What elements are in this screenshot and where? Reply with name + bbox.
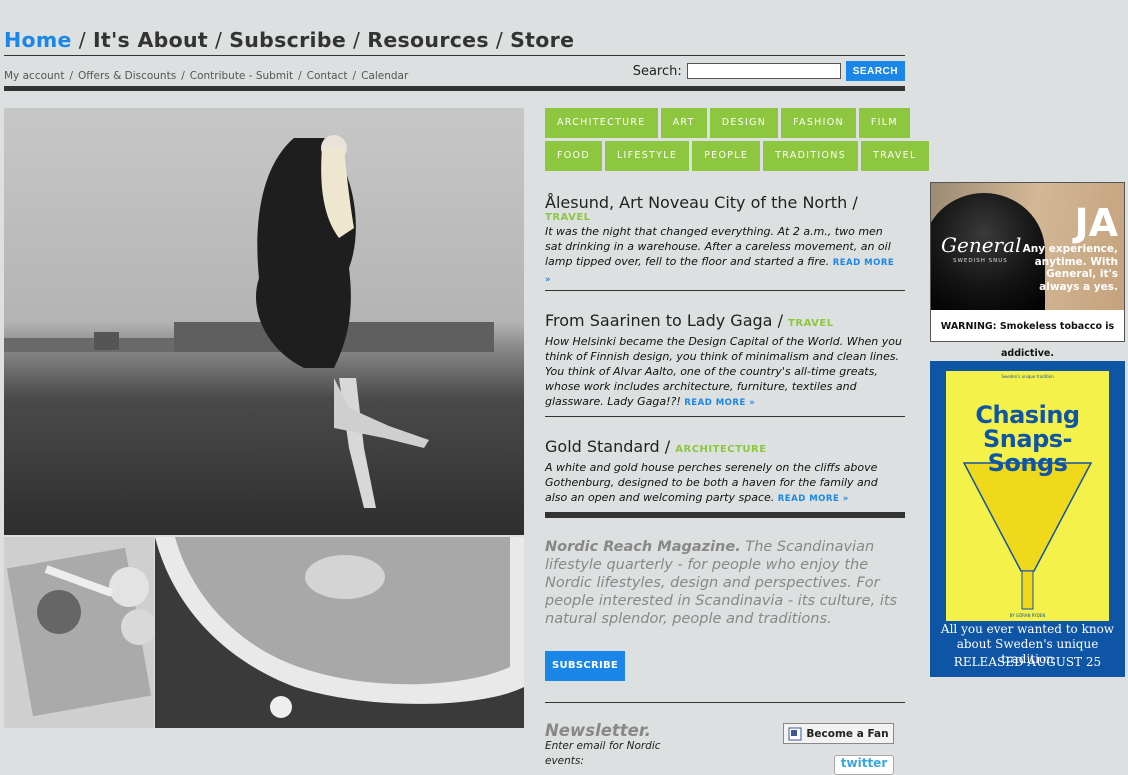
nav-home-link[interactable]: Home (4, 28, 72, 52)
nav-divider (4, 55, 905, 56)
nav-separator: / (353, 28, 361, 52)
article-title-line: Gold Standard / ARCHITECTURE (545, 437, 903, 460)
article-category[interactable]: ARCHITECTURE (675, 444, 766, 455)
food-photo-art (6, 547, 154, 717)
read-more-link[interactable]: READ MORE » (684, 398, 755, 408)
article-title-line: From Saarinen to Lady Gaga / TRAVEL (545, 311, 903, 334)
category-row: ARCHITECTURE ART DESIGN FASHION FILM (545, 108, 910, 138)
search-area: Search: SEARCH (633, 61, 905, 81)
article-teaser: Gold Standard / ARCHITECTURE A white and… (545, 437, 903, 507)
newsletter-text: Enter email for Nordic events: (545, 740, 661, 767)
pool-photo[interactable] (155, 537, 524, 728)
become-fan-button[interactable]: Become a Fan (783, 723, 894, 744)
search-label: Search: (632, 63, 682, 79)
book-cover-blurb: Sweden's unique tradition (1001, 374, 1054, 379)
article-category[interactable]: TRAVEL (788, 318, 834, 329)
sub-nav: My account / Offers & Discounts / Contribute… (4, 70, 408, 82)
category-travel[interactable]: TRAVEL (861, 141, 929, 171)
search-button[interactable]: SEARCH (845, 61, 905, 81)
category-film[interactable]: FILM (858, 108, 910, 138)
article-divider (545, 290, 905, 291)
book-title: Chasing Snaps-Songs (975, 401, 1080, 477)
category-grid: ARCHITECTURE ART DESIGN FASHION FILM FOO… (545, 108, 929, 174)
general-ad-warning: WARNING: Smokeless tobacco is addictive. (940, 321, 1115, 359)
article-teaser: From Saarinen to Lady Gaga / TRAVEL How … (545, 311, 903, 411)
hero-photo-art (4, 135, 494, 508)
calendar-link[interactable]: Calendar (361, 70, 408, 82)
nav-subscribe-link[interactable]: Subscribe (229, 28, 346, 52)
nav-store-link[interactable]: Store (510, 28, 574, 52)
article-divider (545, 416, 905, 417)
snaps-songs-ad[interactable]: Sweden's unique tradition Chasing Snaps-… (930, 361, 1125, 677)
my-account-link[interactable]: My account (4, 70, 64, 82)
nav-separator: / (78, 28, 86, 52)
snaps-ad-release: RELEASED AUGUST 25 (953, 655, 1102, 669)
article-excerpt: A white and gold house perches serenely … (545, 460, 903, 507)
magazine-brand: Nordic Reach Magazine. (545, 539, 741, 555)
article-separator: / (664, 437, 671, 456)
become-fan-label: Become a Fan (806, 727, 889, 740)
article-title[interactable]: Ålesund, Art Noveau City of the North (545, 193, 847, 212)
search-input[interactable] (686, 63, 841, 79)
general-ad-brand: General (941, 233, 1022, 257)
category-people[interactable]: PEOPLE (692, 141, 761, 171)
contribute-link[interactable]: Contribute - Submit (190, 70, 293, 82)
article-title[interactable]: Gold Standard (545, 437, 660, 456)
subnav-separator: / (352, 70, 357, 82)
pool-photo-art (155, 537, 524, 728)
subnav-separator: / (181, 70, 185, 82)
newsletter-title: Newsletter. (545, 721, 651, 740)
general-ad-headline: JA (1074, 201, 1118, 245)
book-cover: Sweden's unique tradition Chasing Snaps-… (946, 371, 1109, 621)
general-snus-ad[interactable]: General SWEDISH SNUS JA Any experience, … (930, 182, 1125, 359)
nav-resources-link[interactable]: Resources (367, 28, 489, 52)
subnav-separator: / (69, 70, 73, 82)
nav-separator: / (215, 28, 223, 52)
book-author: BY GÖRAN RYDEN (1009, 613, 1046, 618)
subscribe-button[interactable]: SUBSCRIBE (545, 651, 625, 681)
category-art[interactable]: ART (660, 108, 707, 138)
article-separator: / (852, 193, 858, 212)
general-ad-image: General SWEDISH SNUS JA Any experience, … (931, 183, 1124, 310)
food-photo[interactable] (4, 537, 154, 728)
category-food[interactable]: FOOD (545, 141, 602, 171)
nav-about-link[interactable]: It's About (93, 28, 208, 52)
offers-link[interactable]: Offers & Discounts (78, 70, 176, 82)
read-more-link[interactable]: READ MORE » (778, 494, 849, 504)
contact-link[interactable]: Contact (307, 70, 348, 82)
header-divider (4, 86, 905, 91)
article-excerpt: It was the night that changed everything… (545, 224, 903, 288)
twitter-badge[interactable]: twitter (834, 755, 894, 775)
article-separator: / (777, 311, 783, 330)
category-lifestyle[interactable]: LIFESTYLE (604, 141, 690, 171)
category-architecture[interactable]: ARCHITECTURE (545, 108, 658, 138)
article-category[interactable]: TRAVEL (545, 212, 903, 224)
hero-photo[interactable] (4, 108, 524, 535)
main-nav: Home / It's About / Subscribe / Resources / Stor… (4, 28, 574, 52)
article-title-line: Ålesund, Art Noveau City of the North / (545, 193, 903, 212)
general-ad-sub: SWEDISH SNUS (953, 258, 1008, 264)
about-divider (545, 512, 905, 518)
article-title[interactable]: From Saarinen to Lady Gaga (545, 311, 772, 330)
nav-separator: / (495, 28, 504, 52)
newsletter-divider (545, 702, 905, 703)
article-excerpt: How Helsinki became the Design Capital o… (545, 334, 903, 411)
category-traditions[interactable]: TRADITIONS (763, 141, 859, 171)
facebook-icon (788, 727, 802, 740)
category-row: FOOD LIFESTYLE PEOPLE TRADITIONS TRAVEL (545, 141, 929, 171)
article-teaser: Ålesund, Art Noveau City of the North / … (545, 193, 903, 288)
magazine-about: Nordic Reach Magazine. The Scandinavian … (545, 538, 903, 628)
general-ad-tagline: Any experience, anytime. With General, i… (1022, 243, 1118, 293)
category-design[interactable]: DESIGN (709, 108, 779, 138)
subnav-separator: / (298, 70, 302, 82)
category-fashion[interactable]: FASHION (781, 108, 856, 138)
